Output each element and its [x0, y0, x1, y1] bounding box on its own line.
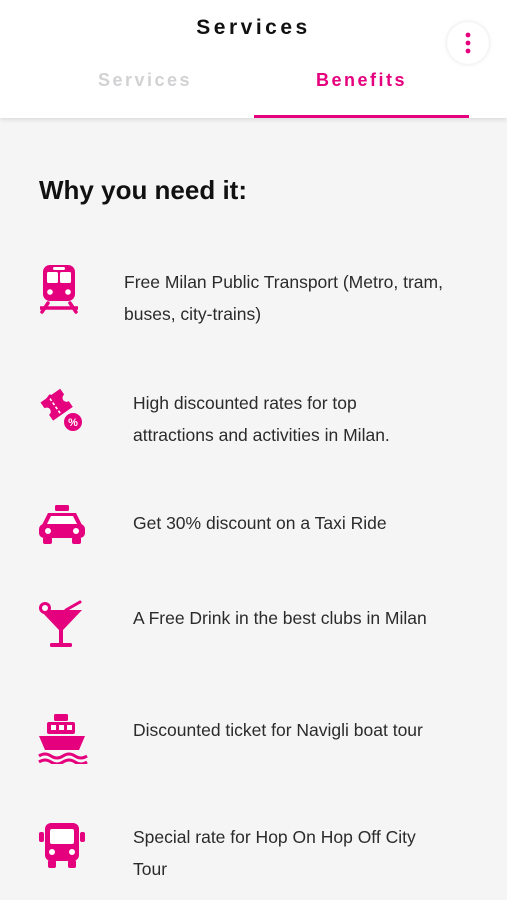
benefit-text: Discounted ticket for Navigli boat tour — [133, 720, 423, 740]
benefit-text: Get 30% discount on a Taxi Ride — [133, 513, 387, 533]
page-title: Services — [196, 16, 311, 39]
app-header: Services Services Benefits — [0, 0, 507, 118]
benefit-text: Special rate for Hop On Hop Off City Tou… — [133, 827, 416, 879]
benefit-text: High discounted rates for top attraction… — [133, 393, 390, 445]
discount-ticket-icon: % — [40, 388, 84, 433]
svg-text:%: % — [68, 417, 78, 429]
tab-services[interactable]: Services — [60, 70, 230, 118]
active-tab-indicator — [254, 115, 469, 118]
cocktail-icon — [39, 600, 82, 647]
more-options-button[interactable] — [447, 22, 489, 64]
benefit-text: Free Milan Public Transport (Metro, tram… — [124, 272, 443, 324]
more-vertical-icon — [465, 32, 471, 54]
tab-benefits[interactable]: Benefits — [254, 70, 469, 118]
taxi-icon — [39, 505, 85, 544]
boat-icon — [38, 714, 88, 764]
section-title: Why you need it: — [39, 175, 247, 205]
benefit-text: A Free Drink in the best clubs in Milan — [133, 608, 427, 628]
train-icon — [40, 265, 78, 314]
bus-icon — [39, 823, 85, 868]
